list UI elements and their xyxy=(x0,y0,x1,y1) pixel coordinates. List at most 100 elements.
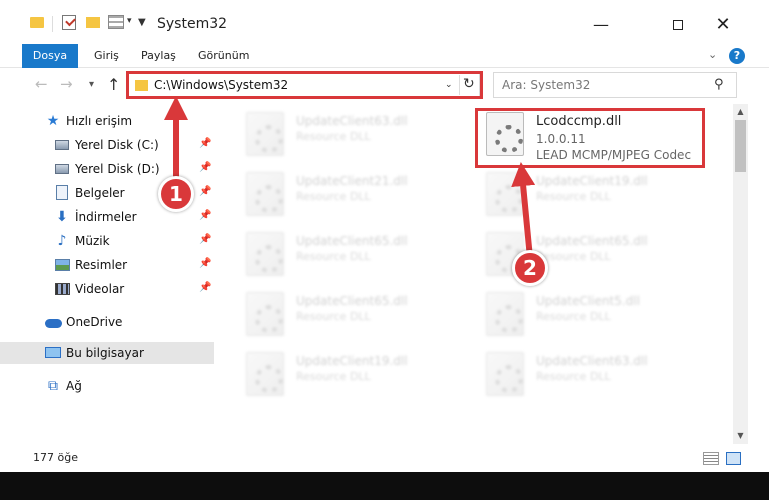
back-arrow-icon[interactable]: ← xyxy=(35,75,48,93)
new-folder-icon[interactable] xyxy=(86,17,100,28)
file-explorer-window: ▾ ▼ System32 — ✕ Dosya Giriş Paylaş Görü… xyxy=(0,0,769,500)
large-icons-view-icon[interactable] xyxy=(726,452,741,465)
maximize-button[interactable] xyxy=(655,10,701,40)
file-type: Resource DLL xyxy=(536,370,611,383)
dll-file-icon xyxy=(486,172,524,216)
divider xyxy=(459,75,460,95)
step-badge-1: 1 xyxy=(158,176,194,212)
sidebar-item-onedrive[interactable]: OneDrive xyxy=(0,311,214,333)
pin-icon[interactable]: 📌 xyxy=(199,258,211,269)
pin-icon[interactable]: 📌 xyxy=(199,234,211,245)
sidebar-item-music[interactable]: ♪ Müzik 📌 xyxy=(0,230,214,252)
navigation-pane: ★ Hızlı erişim Yerel Disk (C:) 📌 Yerel D… xyxy=(0,104,214,444)
file-description: LEAD MCMP/MJPEG Codec xyxy=(536,148,692,162)
sidebar-item-pictures[interactable]: Resimler 📌 xyxy=(0,254,214,276)
cloud-icon xyxy=(45,319,62,328)
up-arrow-icon[interactable]: ↑ xyxy=(107,75,120,94)
file-item[interactable]: UpdateClient19.dll Resource DLL xyxy=(232,346,462,402)
file-name: UpdateClient65.dll xyxy=(296,234,408,248)
file-name: UpdateClient65.dll xyxy=(536,234,648,248)
pin-icon[interactable]: 📌 xyxy=(199,186,211,197)
file-item[interactable]: UpdateClient63.dll Resource DLL xyxy=(472,346,702,402)
dll-file-icon xyxy=(246,112,284,156)
file-item[interactable]: UpdateClient65.dll Resource DLL xyxy=(232,286,462,342)
disk-icon xyxy=(55,164,69,174)
address-bar[interactable]: C:\Windows\System32 ⌄ ↻ xyxy=(128,72,480,98)
status-bar: 177 öğe xyxy=(0,444,769,472)
search-placeholder: Ara: System32 xyxy=(502,78,591,92)
pin-icon[interactable]: 📌 xyxy=(199,282,211,293)
address-path[interactable]: C:\Windows\System32 xyxy=(154,78,288,92)
details-view-icon[interactable] xyxy=(703,452,719,465)
file-item[interactable]: UpdateClient65.dll Resource DLL xyxy=(472,226,702,282)
folder-icon xyxy=(135,80,148,91)
minimize-button[interactable]: — xyxy=(578,10,624,40)
star-icon: ★ xyxy=(46,113,60,129)
help-icon[interactable]: ? xyxy=(729,48,745,64)
pin-icon[interactable]: 📌 xyxy=(199,162,211,173)
dll-file-icon xyxy=(246,172,284,216)
file-type: Resource DLL xyxy=(296,190,371,203)
file-item[interactable]: UpdateClient21.dll Resource DLL xyxy=(232,166,462,222)
tab-paylas[interactable]: Paylaş xyxy=(135,44,182,68)
tab-gorunum[interactable]: Görünüm xyxy=(192,44,255,68)
expand-ribbon-icon[interactable]: ⌄ xyxy=(708,48,717,61)
dll-file-icon xyxy=(486,112,524,156)
file-type: Resource DLL xyxy=(296,370,371,383)
sidebar-item-quick-access[interactable]: ★ Hızlı erişim xyxy=(0,110,214,132)
address-history-icon[interactable]: ⌄ xyxy=(445,80,453,90)
file-name: UpdateClient5.dll xyxy=(536,294,640,308)
file-item[interactable]: UpdateClient65.dll Resource DLL xyxy=(232,226,462,282)
file-type: Resource DLL xyxy=(536,190,611,203)
recent-locations-icon[interactable]: ▾ xyxy=(89,79,94,90)
sidebar-item-label: OneDrive xyxy=(66,315,123,329)
dll-file-icon xyxy=(246,232,284,276)
file-type: Resource DLL xyxy=(536,250,611,263)
sidebar-item-videos[interactable]: Videolar 📌 xyxy=(0,278,214,300)
file-item[interactable]: UpdateClient63.dll Resource DLL xyxy=(232,106,462,162)
sidebar-item-local-disk-c[interactable]: Yerel Disk (C:) 📌 xyxy=(0,134,214,156)
tab-giris[interactable]: Giriş xyxy=(88,44,125,68)
maximize-icon xyxy=(673,20,683,30)
dll-file-icon xyxy=(486,292,524,336)
computer-icon xyxy=(45,347,61,358)
close-button[interactable]: ✕ xyxy=(700,10,746,40)
forward-arrow-icon[interactable]: → xyxy=(60,75,73,93)
sidebar-item-label: Yerel Disk (C:) xyxy=(75,138,159,152)
step-badge-2: 2 xyxy=(512,250,548,286)
tab-dosya[interactable]: Dosya xyxy=(22,44,78,68)
pin-icon[interactable]: 📌 xyxy=(199,210,211,221)
download-icon: ⬇ xyxy=(56,209,68,225)
file-type: Resource DLL xyxy=(536,310,611,323)
pin-icon[interactable]: 📌 xyxy=(199,138,211,149)
scroll-up-icon[interactable]: ▲ xyxy=(733,104,748,120)
item-count: 177 öğe xyxy=(33,451,78,464)
network-icon: ⧉ xyxy=(48,378,58,394)
target-file-item[interactable]: Lcodccmp.dll 1.0.0.11 LEAD MCMP/MJPEG Co… xyxy=(472,106,702,168)
vertical-scrollbar[interactable]: ▲ ▼ xyxy=(733,104,748,444)
view-properties-icon[interactable] xyxy=(108,15,124,29)
file-item[interactable]: UpdateClient5.dll Resource DLL xyxy=(472,286,702,342)
search-icon[interactable]: ⚲ xyxy=(714,77,724,92)
sidebar-item-this-pc[interactable]: Bu bilgisayar xyxy=(0,342,214,364)
refresh-icon[interactable]: ↻ xyxy=(463,76,475,92)
sidebar-item-network[interactable]: ⧉ Ağ xyxy=(0,375,214,397)
navigation-bar: ← → ▾ ↑ C:\Windows\System32 ⌄ ↻ Ara: Sys… xyxy=(0,68,769,102)
file-name: Lcodccmp.dll xyxy=(536,114,622,129)
scroll-down-icon[interactable]: ▼ xyxy=(733,428,748,444)
file-name: UpdateClient65.dll xyxy=(296,294,408,308)
title-bar: ▾ ▼ System32 — ✕ xyxy=(0,0,769,44)
file-name: UpdateClient63.dll xyxy=(296,114,408,128)
quick-access-customize-icon[interactable]: ▼ xyxy=(138,17,146,28)
search-input[interactable]: Ara: System32 ⚲ xyxy=(493,72,737,98)
disk-icon xyxy=(55,140,69,150)
properties-check-icon[interactable] xyxy=(62,15,76,30)
file-name: UpdateClient19.dll xyxy=(296,354,408,368)
music-icon: ♪ xyxy=(57,233,67,249)
file-item[interactable]: UpdateClient19.dll Resource DLL xyxy=(472,166,702,222)
chevron-down-icon[interactable]: ▾ xyxy=(127,16,132,26)
file-list: UpdateClient63.dll Resource DLL UpdateCl… xyxy=(224,104,732,444)
file-type: Resource DLL xyxy=(296,130,371,143)
scrollbar-thumb[interactable] xyxy=(735,120,746,172)
video-icon xyxy=(55,283,70,295)
